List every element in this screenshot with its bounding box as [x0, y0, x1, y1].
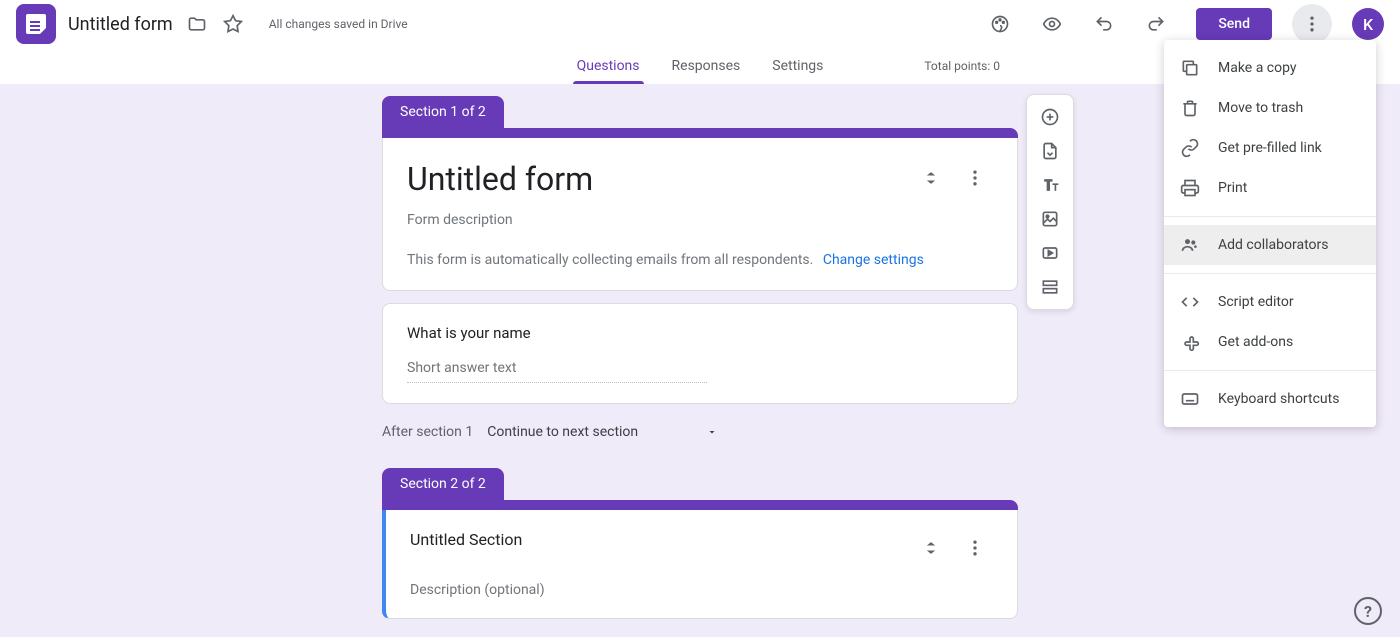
import-questions-button[interactable] — [1032, 135, 1068, 167]
section2-description[interactable]: Description (optional) — [410, 582, 993, 598]
change-settings-link[interactable]: Change settings — [823, 252, 924, 268]
question-card-1[interactable]: What is your name Short answer text — [382, 303, 1018, 404]
email-collection-notice: This form is automatically collecting em… — [407, 252, 993, 268]
collapse-icon[interactable] — [913, 530, 949, 570]
keyboard-icon — [1180, 389, 1200, 409]
more-options-menu: Make a copy Move to trash Get pre-filled… — [1164, 40, 1376, 427]
menu-divider — [1164, 273, 1376, 274]
image-icon — [1040, 209, 1060, 229]
tab-responses[interactable]: Responses — [668, 50, 745, 82]
addon-icon — [1180, 332, 1200, 352]
menu-script-editor[interactable]: Script editor — [1164, 282, 1376, 322]
link-icon — [1180, 138, 1200, 158]
save-status: All changes saved in Drive — [269, 17, 408, 31]
floating-toolbar — [1026, 94, 1074, 310]
folder-icon[interactable] — [185, 12, 209, 36]
menu-print[interactable]: Print — [1164, 168, 1376, 208]
add-video-button[interactable] — [1032, 237, 1068, 269]
video-icon — [1040, 243, 1060, 263]
add-question-button[interactable] — [1032, 101, 1068, 133]
menu-divider — [1164, 216, 1376, 217]
section1-description[interactable]: Form description — [407, 212, 993, 228]
help-button[interactable]: ? — [1354, 597, 1382, 625]
section1-accent-bar — [382, 128, 1018, 138]
trash-icon — [1180, 98, 1200, 118]
after-section-select[interactable]: Continue to next section — [487, 424, 718, 440]
add-section-button[interactable] — [1032, 271, 1068, 303]
after-section-label: After section 1 — [382, 424, 473, 440]
section2-header-card[interactable]: Untitled Section Description (optional) — [382, 510, 1018, 619]
collapse-icon[interactable] — [913, 160, 949, 200]
add-title-button[interactable] — [1032, 169, 1068, 201]
section2-accent-bar — [382, 500, 1018, 510]
section2-label: Section 2 of 2 — [382, 468, 504, 500]
menu-prefilled-link[interactable]: Get pre-filled link — [1164, 128, 1376, 168]
section-icon — [1040, 277, 1060, 297]
preview-icon[interactable] — [1032, 4, 1072, 44]
short-answer-placeholder: Short answer text — [407, 360, 707, 383]
section1-title[interactable]: Untitled form — [407, 160, 905, 198]
print-icon — [1180, 178, 1200, 198]
menu-add-collaborators[interactable]: Add collaborators — [1164, 225, 1376, 265]
section1-label: Section 1 of 2 — [382, 96, 504, 128]
add-circle-icon — [1040, 107, 1060, 127]
star-icon[interactable] — [221, 12, 245, 36]
section-menu-icon[interactable] — [957, 160, 993, 200]
menu-get-addons[interactable]: Get add-ons — [1164, 322, 1376, 362]
import-icon — [1040, 141, 1060, 161]
question-text[interactable]: What is your name — [407, 324, 993, 342]
tab-settings[interactable]: Settings — [768, 50, 827, 82]
section-menu-icon[interactable] — [957, 530, 993, 570]
form-title[interactable]: Untitled form — [68, 14, 173, 35]
tab-questions[interactable]: Questions — [573, 50, 644, 82]
copy-icon — [1180, 58, 1200, 78]
menu-divider — [1164, 370, 1376, 371]
total-points-label: Total points: 0 — [924, 59, 1000, 73]
section1-header-card[interactable]: Untitled form Form description This form… — [382, 138, 1018, 291]
user-avatar[interactable]: K — [1352, 8, 1384, 40]
people-add-icon — [1180, 235, 1200, 255]
menu-move-to-trash[interactable]: Move to trash — [1164, 88, 1376, 128]
send-button[interactable]: Send — [1196, 8, 1272, 40]
undo-icon[interactable] — [1084, 4, 1124, 44]
dropdown-arrow-icon — [706, 426, 718, 438]
code-icon — [1180, 292, 1200, 312]
more-vert-icon — [1302, 14, 1322, 34]
menu-keyboard-shortcuts[interactable]: Keyboard shortcuts — [1164, 379, 1376, 419]
after-section-row: After section 1 Continue to next section — [382, 404, 1018, 468]
more-options-button[interactable] — [1292, 4, 1332, 44]
palette-icon[interactable] — [980, 4, 1020, 44]
text-icon — [1040, 175, 1060, 195]
forms-logo-icon[interactable] — [16, 4, 56, 44]
section2-title[interactable]: Untitled Section — [410, 530, 905, 549]
add-image-button[interactable] — [1032, 203, 1068, 235]
redo-icon[interactable] — [1136, 4, 1176, 44]
menu-make-copy[interactable]: Make a copy — [1164, 48, 1376, 88]
